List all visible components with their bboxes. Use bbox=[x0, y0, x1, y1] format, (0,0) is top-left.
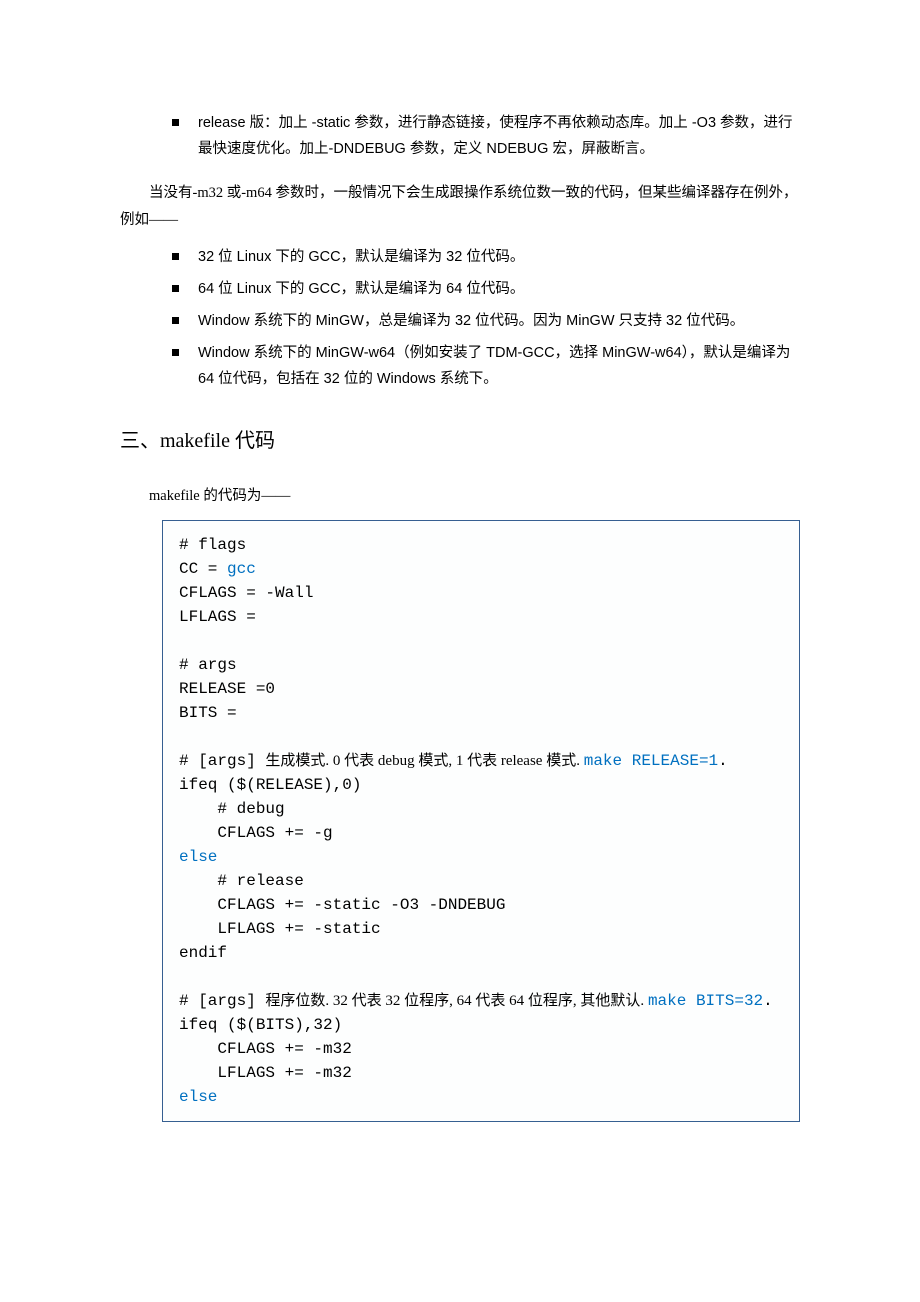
release-bullet-list: release 版：加上 -static 参数，进行静态链接，使程序不再依赖动态… bbox=[120, 110, 800, 162]
document-page: release 版：加上 -static 参数，进行静态链接，使程序不再依赖动态… bbox=[0, 0, 920, 1302]
list-item: release 版：加上 -static 参数，进行静态链接，使程序不再依赖动态… bbox=[164, 110, 800, 162]
list-item: 32 位 Linux 下的 GCC，默认是编译为 32 位代码。 bbox=[164, 244, 800, 270]
arch-bullet-list: 32 位 Linux 下的 GCC，默认是编译为 32 位代码。 64 位 Li… bbox=[120, 244, 800, 392]
section-heading-makefile: 三、makefile 代码 bbox=[120, 424, 800, 453]
code-content: # flags CC = gcc CFLAGS = -Wall LFLAGS =… bbox=[179, 533, 783, 1109]
list-item: Window 系统下的 MinGW，总是编译为 32 位代码。因为 MinGW … bbox=[164, 308, 800, 334]
code-intro-paragraph: makefile 的代码为—— bbox=[120, 483, 800, 510]
list-item: Window 系统下的 MinGW-w64（例如安装了 TDM-GCC，选择 M… bbox=[164, 340, 800, 392]
arch-intro-paragraph: 当没有-m32 或-m64 参数时，一般情况下会生成跟操作系统位数一致的代码，但… bbox=[120, 180, 800, 234]
code-block-makefile: # flags CC = gcc CFLAGS = -Wall LFLAGS =… bbox=[162, 520, 800, 1122]
list-item: 64 位 Linux 下的 GCC，默认是编译为 64 位代码。 bbox=[164, 276, 800, 302]
